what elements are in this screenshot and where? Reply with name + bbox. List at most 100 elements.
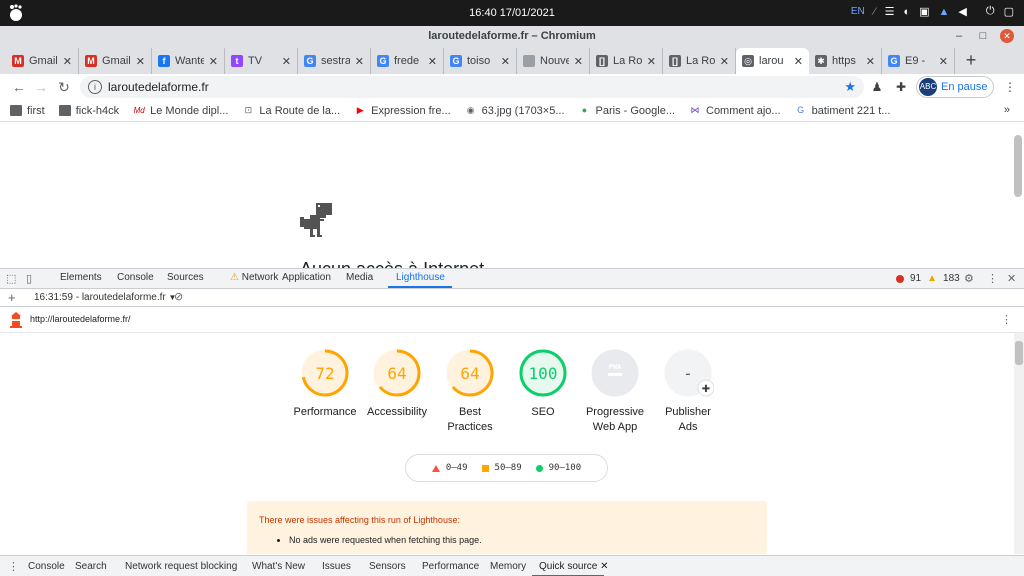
report-scrollbar[interactable] — [1014, 333, 1024, 554]
browser-tab[interactable]: Gtoiso ✕ — [444, 48, 517, 74]
inspect-element-icon[interactable]: ⬚ — [6, 272, 16, 285]
drawer-menu-icon[interactable]: ⋮ — [8, 560, 19, 573]
drawer-tab[interactable]: Issues — [322, 561, 351, 572]
browser-tab[interactable]: Gfrede ✕ — [371, 48, 444, 74]
close-tab-icon[interactable]: ✕ — [136, 55, 145, 68]
close-window-icon[interactable]: ✕ — [1000, 29, 1014, 43]
drawer-tab[interactable]: Memory — [490, 561, 526, 572]
close-tab-icon[interactable]: ✕ — [428, 55, 437, 68]
bookmark-item[interactable]: first — [10, 105, 45, 117]
keyboard-layout-indicator[interactable]: EN — [851, 6, 865, 17]
minimize-icon[interactable]: – — [952, 29, 966, 43]
page-scrollbar[interactable] — [1014, 135, 1022, 197]
maximize-icon[interactable]: □ — [976, 29, 990, 43]
browser-tab[interactable]: M Gmail ✕ — [6, 48, 79, 74]
category-gauge[interactable]: - ✚ Publisher Ads — [648, 347, 728, 435]
screenshot-icon[interactable]: ▣ — [919, 5, 929, 18]
devtools-tab-application[interactable]: Application — [282, 272, 331, 283]
close-tab-icon[interactable]: ✕ — [720, 55, 729, 68]
issues-counter[interactable]: 91 ▲ 183 — [896, 273, 960, 284]
bookmark-item[interactable]: ◉ 63.jpg (1703×5... — [465, 105, 565, 117]
close-tab-icon[interactable]: ✕ — [209, 55, 218, 68]
bookmark-item[interactable]: Md Le Monde dipl... — [133, 105, 229, 117]
drawer-tab-label: What's New — [252, 561, 306, 572]
forward-icon[interactable]: → — [32, 78, 50, 96]
drawer-tab[interactable]: Sensors — [369, 561, 406, 572]
report-select[interactable]: 16:31:59 - laroutedelaforme.fr ▼ — [34, 292, 176, 303]
menu-icon[interactable]: ☰ — [885, 5, 895, 18]
night-mode-icon[interactable]: ◐ — [903, 6, 910, 18]
drawer-tab[interactable]: Network request blocking — [125, 561, 237, 572]
close-tab-icon[interactable]: ✕ — [574, 55, 583, 68]
browser-tab[interactable]: t TV ✕ — [225, 48, 298, 74]
browser-tab[interactable]: f Wanted ✕ — [152, 48, 225, 74]
close-tab-icon[interactable]: ✕ — [939, 55, 948, 68]
category-gauge[interactable]: 72 Performance — [285, 347, 365, 420]
devtools-close-icon[interactable]: ✕ — [1007, 272, 1016, 285]
close-drawer-tab-icon[interactable]: ✕ — [597, 561, 608, 572]
bookmark-star-icon[interactable]: ★ — [844, 79, 856, 95]
devtools-tab-media[interactable]: Media — [346, 272, 373, 283]
bookmark-item[interactable]: fick-h4ck — [58, 105, 119, 117]
back-icon[interactable]: ← — [10, 78, 28, 96]
bookmark-item[interactable]: ● Paris - Google... — [579, 105, 675, 117]
menu-kebab-icon[interactable]: ⋮ — [1002, 79, 1018, 95]
browser-tab[interactable]: Gsestra ✕ — [298, 48, 371, 74]
browser-tab[interactable]: ✱ https ✕ — [809, 48, 882, 74]
clear-reports-icon[interactable]: ⊘ — [174, 290, 183, 303]
drawer-tab[interactable]: What's New — [252, 561, 305, 572]
power-icon[interactable]: ⏻ — [986, 5, 995, 18]
extension-spy-icon[interactable]: ♟ — [869, 79, 885, 95]
site-info-icon[interactable]: i — [88, 80, 102, 94]
close-tab-icon[interactable]: ✕ — [501, 55, 510, 68]
bookmark-item[interactable]: Gbatiment 221 t... — [795, 105, 890, 117]
new-tab-icon[interactable]: + — [959, 48, 983, 74]
device-toolbar-icon[interactable]: ▯ — [26, 272, 32, 285]
browser-tab[interactable]: G E9 - ✕ — [882, 48, 955, 74]
notification-icon[interactable]: ▲ — [939, 6, 950, 18]
close-tab-icon[interactable]: ✕ — [355, 55, 364, 68]
browser-tab[interactable]: [] La Ro ✕ — [663, 48, 736, 74]
browser-tab[interactable]: [] La Ro ✕ — [590, 48, 663, 74]
drawer-tab[interactable]: Quick source ✕ — [539, 561, 609, 572]
drawer-tab[interactable]: Search — [75, 561, 107, 572]
drawer-tab[interactable]: Console — [28, 561, 65, 572]
volume-icon[interactable]: ◀ — [958, 5, 966, 18]
devtools-tab-console[interactable]: Console — [117, 272, 154, 283]
devtools-tab-sources[interactable]: Sources — [167, 272, 204, 283]
close-tab-icon[interactable]: ✕ — [794, 55, 803, 68]
browser-tab[interactable]: ◎ larou ✕ — [736, 48, 809, 74]
bookmark-item[interactable]: ⋈ Comment ajo... — [689, 105, 781, 117]
scrollbar-thumb[interactable] — [1015, 341, 1023, 365]
category-gauge[interactable]: 64 Accessibility — [357, 347, 437, 420]
url-input[interactable] — [108, 79, 828, 95]
offline-dino-icon[interactable] — [300, 203, 334, 239]
devtools-tab-network[interactable]: ⚠ Network — [230, 272, 278, 283]
bookmark-item[interactable]: ▶ Expression fre... — [354, 105, 451, 117]
network-off-icon[interactable]: ⁄ — [874, 6, 876, 18]
close-tab-icon[interactable]: ✕ — [647, 55, 656, 68]
category-gauge[interactable]: PWA Progressive Web App — [575, 347, 655, 435]
add-report-icon[interactable]: + — [8, 290, 16, 305]
extensions-puzzle-icon[interactable]: ✚ — [893, 79, 909, 95]
category-gauge[interactable]: 64 Best Practices — [430, 347, 510, 435]
lock-icon[interactable]: ▢ — [1004, 5, 1014, 18]
report-url-link[interactable]: http://laroutedelaforme.fr/ — [30, 314, 131, 324]
devtools-tab-elements[interactable]: Elements — [60, 272, 102, 283]
profile-button[interactable]: ABC En pause — [916, 76, 994, 98]
devtools-menu-icon[interactable]: ⋮ — [987, 272, 998, 285]
report-menu-icon[interactable]: ⋮ — [1001, 313, 1012, 326]
devtools-tab-lighthouse[interactable]: Lighthouse — [396, 272, 445, 283]
reload-icon[interactable]: ↻ — [55, 78, 73, 96]
browser-tab[interactable]: Nouvel o ✕ — [517, 48, 590, 74]
drawer-tab[interactable]: Performance — [422, 561, 479, 572]
more-bookmarks-icon[interactable]: » — [1004, 104, 1010, 116]
browser-tab[interactable]: M Gmail ✕ — [79, 48, 152, 74]
address-bar[interactable]: i ★ — [80, 76, 864, 98]
close-tab-icon[interactable]: ✕ — [282, 55, 291, 68]
close-tab-icon[interactable]: ✕ — [63, 55, 72, 68]
close-tab-icon[interactable]: ✕ — [866, 55, 875, 68]
settings-gear-icon[interactable]: ⚙ — [964, 272, 974, 285]
category-gauge[interactable]: 100 SEO — [503, 347, 583, 420]
bookmark-item[interactable]: ⊡ La Route de la... — [242, 105, 341, 117]
